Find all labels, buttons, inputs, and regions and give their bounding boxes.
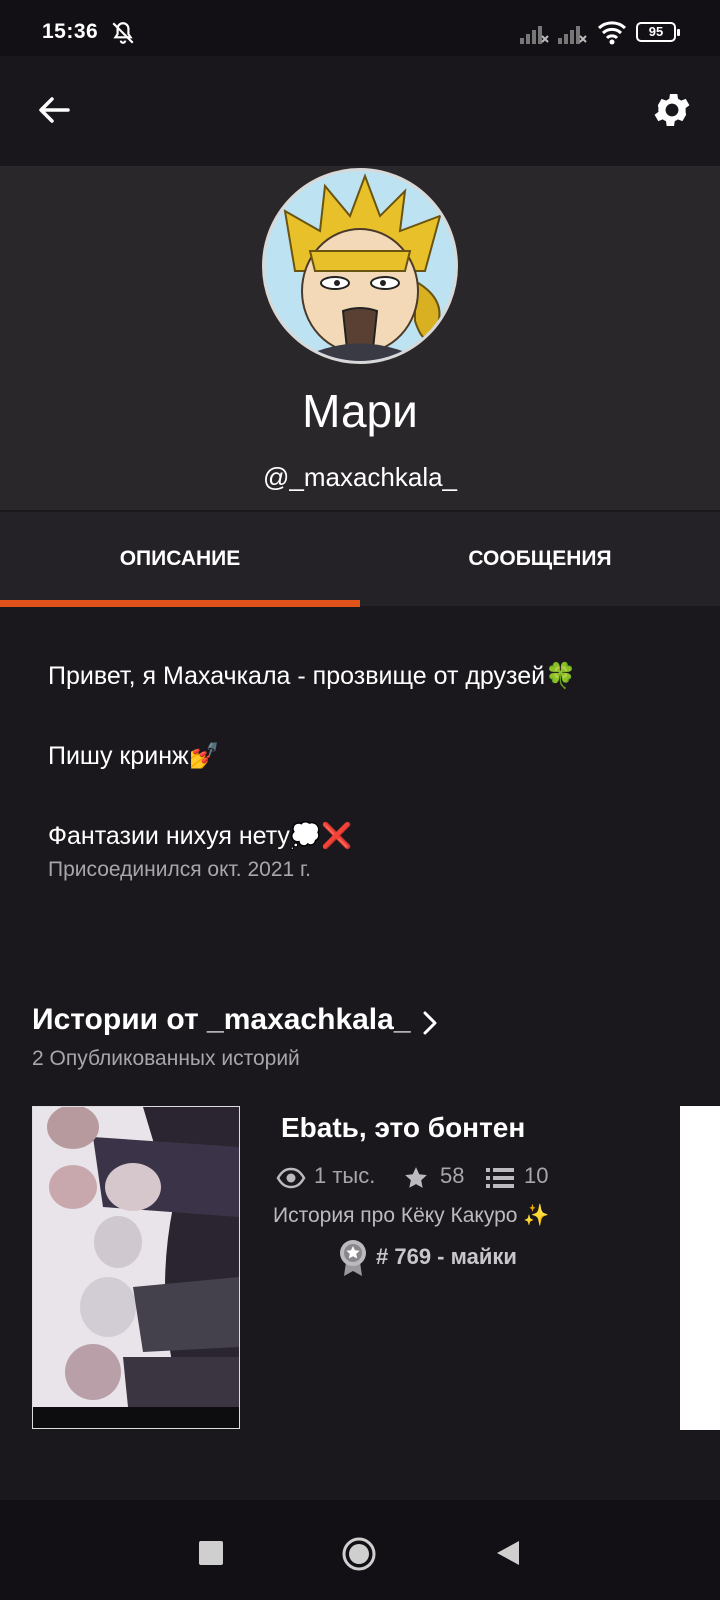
avatar[interactable] xyxy=(262,168,458,364)
profile-name: Мари xyxy=(302,385,418,437)
story-title[interactable]: Ebatь, это бонтен xyxy=(281,1112,525,1144)
back-triangle-icon[interactable] xyxy=(495,1539,521,1572)
joined-date: Присоединился окт. 2021 г. xyxy=(48,858,311,881)
tab-messages[interactable]: СООБЩЕНИЯ xyxy=(360,512,720,602)
story-description: История про Кёку Какуро ✨ xyxy=(273,1204,550,1227)
description-line: Фантазии нихуя нету💭❌ xyxy=(48,822,353,850)
bell-off-icon xyxy=(110,20,136,51)
battery-level: 95 xyxy=(648,24,664,39)
description-line: Привет, я Махачкала - прозвище от друзей… xyxy=(48,662,577,690)
story-rank[interactable]: # 769 - майки xyxy=(376,1244,517,1270)
ranking-badge-icon xyxy=(338,1238,368,1283)
tab-bar: ОПИСАНИЕ СООБЩЕНИЯ xyxy=(0,512,720,606)
story-parts: 10 xyxy=(524,1163,549,1188)
signal-icon xyxy=(520,24,550,49)
description-line: Пишу кринж💅 xyxy=(48,742,220,770)
home-circle-icon[interactable] xyxy=(341,1536,377,1577)
tab-description[interactable]: ОПИСАНИЕ xyxy=(0,512,360,602)
recents-square-icon[interactable] xyxy=(199,1541,223,1565)
stories-count: 2 Опубликованных историй xyxy=(32,1047,300,1070)
story-cover-image[interactable] xyxy=(32,1106,240,1429)
active-tab-indicator xyxy=(0,600,360,607)
stories-heading[interactable]: Истории от _maxachkala_ xyxy=(32,1003,411,1037)
chevron-right-icon[interactable] xyxy=(420,1009,440,1042)
app-bar xyxy=(0,56,720,166)
next-story-card[interactable] xyxy=(680,1106,720,1430)
story-views: 1 тыс. xyxy=(314,1163,376,1188)
eye-icon xyxy=(276,1167,306,1194)
wifi-icon xyxy=(597,19,627,50)
star-icon xyxy=(402,1165,430,1196)
profile-username: @_maxachkala_ xyxy=(262,462,458,492)
status-time: 15:36 xyxy=(42,20,99,43)
signal-icon xyxy=(558,24,588,49)
gear-icon[interactable] xyxy=(650,88,694,137)
list-icon xyxy=(486,1167,514,1194)
story-votes: 58 xyxy=(440,1163,465,1188)
arrow-left-icon[interactable] xyxy=(34,90,74,135)
battery-icon: 95 xyxy=(636,22,680,42)
